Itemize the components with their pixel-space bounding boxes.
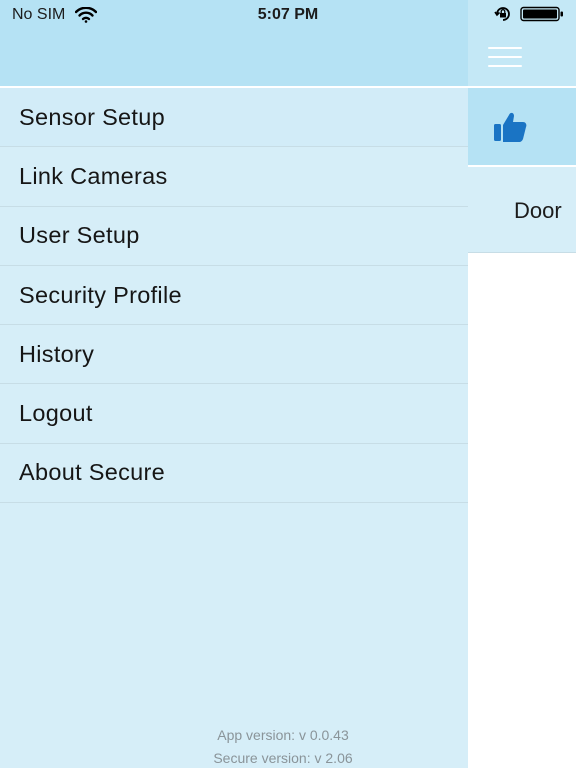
menu-item-sensor-setup[interactable]: Sensor Setup [0,88,468,148]
status-bar: No SIM 5:07 PM [0,0,576,30]
sensor-name: Door [514,198,562,223]
version-info: App version: v 0.0.43 Secure version: v … [0,724,566,768]
battery-icon [520,6,563,22]
sensor-list-item[interactable]: Door [468,167,576,253]
navigation-drawer: Sensor Setup Link Cameras User Setup Sec… [0,0,468,768]
menu-item-logout[interactable]: Logout [0,384,468,444]
menu-item-label: History [19,340,95,367]
menu-item-label: Sensor Setup [19,103,165,130]
menu-item-label: Logout [19,400,93,427]
menu-item-security-profile[interactable]: Security Profile [0,265,468,326]
menu-item-link-cameras[interactable]: Link Cameras [0,147,468,207]
app-version-text: App version: v 0.0.43 [217,727,349,743]
menu-item-label: About Secure [19,459,165,486]
thumbs-up-icon [494,112,527,142]
security-status-row [468,88,576,165]
clock-text: 5:07 PM [257,6,319,23]
menu-item-history[interactable]: History [0,325,468,385]
menu-item-label: User Setup [19,222,140,249]
menu-list: Sensor Setup Link Cameras User Setup Sec… [0,86,468,504]
menu-item-label: Security Profile [19,281,182,308]
rotation-lock-icon [494,7,510,21]
hamburger-menu-icon[interactable] [488,47,522,67]
secure-version-text: Secure version: v 2.06 [213,750,353,766]
main-panel: Door [468,0,576,768]
menu-item-about-secure[interactable]: About Secure [0,443,468,504]
status-right [494,6,564,22]
menu-item-user-setup[interactable]: User Setup [0,206,468,266]
menu-item-label: Link Cameras [19,162,168,189]
